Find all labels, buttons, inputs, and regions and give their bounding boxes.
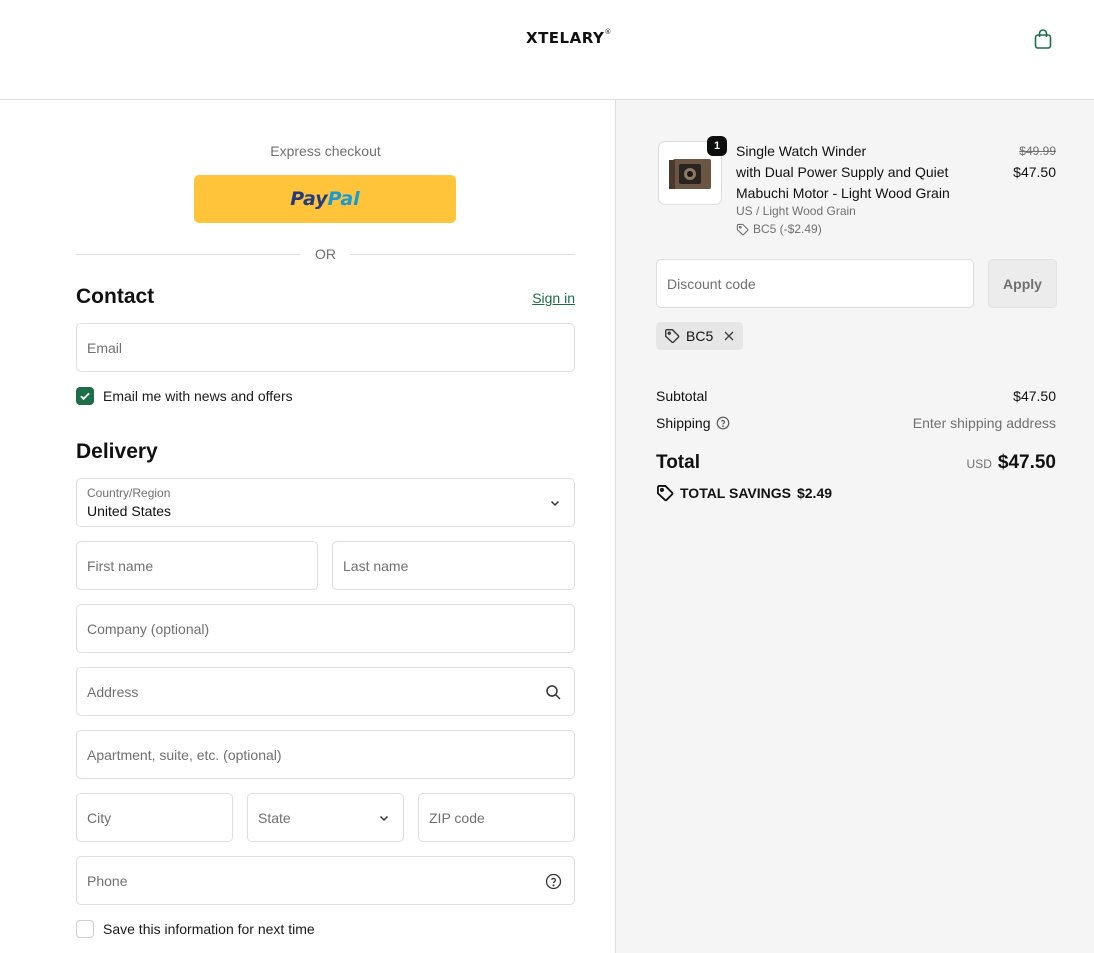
close-icon[interactable] [723, 330, 735, 342]
order-summary: 1 Single Watch Winder with Dual Power Su… [615, 100, 1094, 953]
newsletter-checkbox-row[interactable]: Email me with news and offers [76, 387, 293, 405]
country-value: United States [87, 503, 172, 519]
apartment-field[interactable]: Apartment, suite, etc. (optional) [76, 730, 575, 779]
product-discount: BC5 (-$2.49) [736, 222, 822, 236]
tag-icon [657, 485, 674, 502]
total-currency: USD [966, 457, 992, 471]
delivery-heading: Delivery [76, 440, 158, 463]
phone-field[interactable]: Phone [76, 856, 575, 905]
shipping-label: Shipping [656, 415, 711, 431]
original-price: $49.99 [1019, 144, 1056, 158]
apply-discount-button[interactable]: Apply [988, 259, 1057, 308]
express-checkout-label: Express checkout [270, 143, 381, 159]
subtotal-value: $47.50 [1013, 388, 1056, 404]
last-name-placeholder: Last name [343, 558, 409, 574]
state-placeholder: State [258, 810, 291, 826]
applied-discount-chip: BC5 [656, 322, 744, 350]
newsletter-checkbox[interactable] [76, 387, 94, 405]
country-label: Country/Region [87, 486, 171, 500]
tag-icon [665, 329, 680, 344]
total-label: Total [656, 452, 700, 473]
company-field[interactable]: Company (optional) [76, 604, 575, 653]
product-name: Single Watch Winder with Dual Power Supp… [736, 141, 976, 204]
save-info-label: Save this information for next time [103, 921, 315, 937]
product-price: $47.50 [1013, 164, 1056, 180]
chevron-down-icon [379, 815, 389, 822]
store-logo[interactable]: XTELARY® [526, 28, 612, 47]
state-select[interactable]: State [247, 793, 404, 842]
total-row: Total USD $47.50 [656, 452, 1056, 474]
last-name-field[interactable]: Last name [332, 541, 575, 590]
total-amount-group: USD $47.50 [967, 452, 1056, 474]
contact-heading: Contact [76, 285, 155, 308]
zip-placeholder: ZIP code [429, 810, 485, 826]
savings-value: $2.49 [796, 485, 833, 501]
subtotal-label: Subtotal [656, 388, 708, 404]
city-placeholder: City [87, 810, 112, 826]
shipping-row: Shipping Enter shipping address [656, 415, 1056, 431]
sign-in-link[interactable]: Sign in [532, 290, 575, 306]
tag-icon [736, 223, 749, 235]
discount-code-placeholder: Discount code [667, 276, 756, 292]
zip-field[interactable]: ZIP code [418, 793, 575, 842]
search-icon [546, 685, 561, 700]
checkout-header: XTELARY® [0, 0, 1094, 100]
discount-code-input[interactable]: Discount code [656, 259, 974, 308]
help-circle-icon[interactable] [545, 873, 562, 890]
paypal-logo-pal: Pal [327, 188, 360, 210]
applied-code-text: BC5 [686, 328, 714, 344]
total-value: $47.50 [997, 452, 1056, 473]
product-variant: US / Light Wood Grain [736, 204, 856, 218]
save-info-checkbox-row[interactable]: Save this information for next time [76, 920, 315, 938]
company-placeholder: Company (optional) [87, 621, 210, 637]
paypal-button[interactable]: Pay Pal [194, 175, 456, 223]
phone-placeholder: Phone [87, 873, 128, 889]
registered-mark: ® [604, 28, 612, 36]
logo-text: XTELARY [526, 29, 605, 47]
help-circle-icon[interactable] [716, 416, 730, 430]
first-name-placeholder: First name [87, 558, 154, 574]
first-name-field[interactable]: First name [76, 541, 318, 590]
save-info-checkbox[interactable] [76, 920, 94, 938]
product-discount-text: BC5 (-$2.49) [753, 222, 822, 236]
address-field[interactable]: Address [76, 667, 575, 716]
shipping-value: Enter shipping address [912, 415, 1056, 431]
divider-line-right [350, 254, 575, 255]
savings-label: TOTAL SAVINGS [680, 485, 791, 501]
apartment-placeholder: Apartment, suite, etc. (optional) [87, 747, 282, 763]
product-name-line: Single Watch Winder [736, 143, 867, 159]
product-name-line: Mabuchi Motor - Light Wood Grain [736, 185, 950, 201]
country-select[interactable]: Country/Region United States [76, 478, 575, 527]
checkmark-icon [80, 392, 90, 401]
city-field[interactable]: City [76, 793, 233, 842]
chevron-down-icon [550, 500, 560, 507]
shopping-bag-icon[interactable] [1032, 28, 1054, 50]
subtotal-row: Subtotal $47.50 [656, 388, 1056, 404]
total-savings: TOTAL SAVINGS $2.49 [656, 484, 832, 502]
or-divider: OR [76, 246, 575, 262]
email-placeholder: Email [87, 340, 123, 356]
email-field[interactable]: Email [76, 323, 575, 372]
address-placeholder: Address [87, 684, 139, 700]
paypal-logo-pay: Pay [290, 188, 328, 210]
newsletter-label: Email me with news and offers [103, 388, 293, 404]
quantity-badge: 1 [707, 136, 727, 156]
product-name-line: with Dual Power Supply and Quiet [736, 164, 949, 180]
